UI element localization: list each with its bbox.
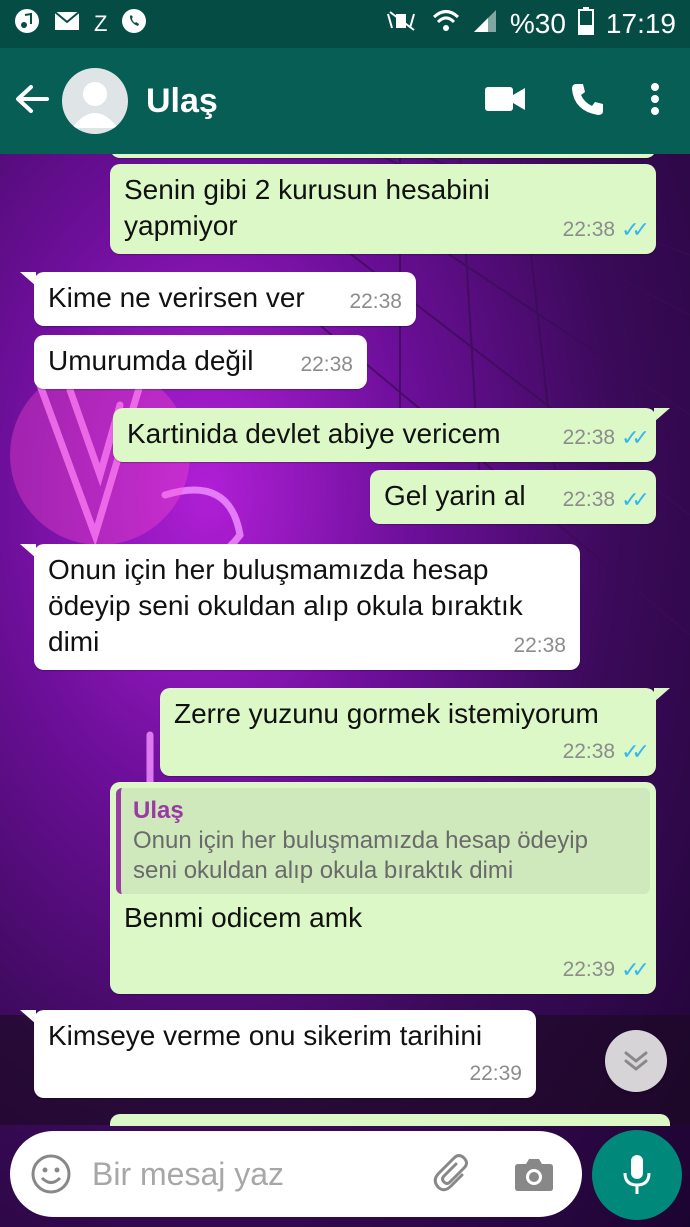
- message-bubble-incoming[interactable]: Kimseye verme onu sikerim tarihini 22:39: [34, 1010, 536, 1098]
- message-bubble-incoming[interactable]: Umurumda değil 22:38: [34, 335, 367, 389]
- message-time: 22:38: [300, 353, 353, 376]
- double-chevron-down-icon: [624, 1051, 648, 1071]
- message-time: 22:38: [562, 740, 616, 763]
- chat-header: Ulaş: [0, 48, 690, 154]
- scroll-to-bottom-button[interactable]: [605, 1030, 667, 1092]
- message-time: 22:38: [349, 290, 402, 313]
- voice-message-button[interactable]: [592, 1130, 682, 1220]
- bubble-tail: [654, 688, 670, 702]
- video-call-button[interactable]: [484, 85, 526, 118]
- message-bubble-outgoing[interactable]: Kartinida devlet abiye vericem 22:38 ✓✓: [113, 408, 656, 462]
- bubble-tail: [654, 408, 670, 422]
- paperclip-icon: [433, 1154, 468, 1192]
- message-meta: 22:39: [469, 1056, 522, 1092]
- read-ticks-icon: ✓✓: [621, 425, 650, 450]
- arrow-left-icon: [16, 84, 49, 113]
- message-text: Onun için her buluşmamızda hesap ödeyip …: [48, 554, 523, 657]
- read-ticks-icon: ✓✓: [621, 487, 650, 512]
- quoted-text: Onun için her buluşmamızda hesap ödeyip …: [133, 827, 588, 884]
- message-time: 22:38: [562, 218, 616, 241]
- message-bubble-incoming[interactable]: Kime ne verirsen ver 22:38: [34, 272, 416, 326]
- emoji-button[interactable]: [30, 1153, 72, 1195]
- music-icon: [14, 8, 40, 40]
- attach-button[interactable]: [432, 1153, 474, 1195]
- message-composer: [10, 1131, 582, 1217]
- z-icon: Z: [94, 11, 108, 36]
- message-time: 22:38: [562, 426, 616, 449]
- video-camera-icon: [485, 86, 525, 111]
- message-meta: 22:38 ✓✓: [562, 420, 650, 456]
- voice-call-button[interactable]: [570, 81, 606, 122]
- message-meta: 22:38: [300, 347, 353, 383]
- message-text: Zerre yuzunu gormek istemiyorum: [174, 698, 599, 729]
- read-ticks-icon: ✓✓: [621, 217, 650, 242]
- message-bubble-outgoing-reply[interactable]: Ulaş Onun için her buluşmamızda hesap öd…: [110, 782, 656, 994]
- contact-name[interactable]: Ulaş: [146, 82, 218, 121]
- message-meta: 22:38: [349, 284, 402, 320]
- message-text: Gel yarin al: [384, 480, 526, 511]
- message-text: Umurumda değil: [48, 345, 254, 376]
- message-list[interactable]: Senin gibi 2 kurusun hesabini yapmiyor 2…: [0, 154, 690, 1126]
- mute-icon: [384, 8, 420, 41]
- status-bar-system: %30 17:19: [384, 6, 676, 42]
- quoted-message[interactable]: Ulaş Onun için her buluşmamızda hesap öd…: [116, 788, 650, 894]
- message-bubble-incoming[interactable]: Onun için her buluşmamızda hesap ödeyip …: [34, 544, 580, 670]
- message-text: Benmi odicem amk: [124, 902, 363, 933]
- signal-icon: [472, 8, 498, 41]
- message-input[interactable]: [92, 1155, 412, 1193]
- message-bubble-partial: [110, 1114, 670, 1126]
- microphone-icon: [623, 1155, 651, 1194]
- avatar[interactable]: [62, 68, 128, 134]
- back-button[interactable]: [2, 79, 62, 124]
- message-meta: 22:38: [513, 628, 566, 664]
- message-meta: 22:38 ✓✓: [562, 212, 650, 248]
- status-bar-notifications: Z: [14, 8, 147, 40]
- read-ticks-icon: ✓✓: [621, 957, 650, 982]
- message-text: Kime ne verirsen ver: [48, 282, 305, 313]
- message-time: 22:38: [513, 634, 566, 657]
- message-time: 22:38: [562, 488, 616, 511]
- message-bubble-outgoing[interactable]: Senin gibi 2 kurusun hesabini yapmiyor 2…: [110, 164, 656, 254]
- header-actions: [484, 81, 660, 122]
- quoted-author: Ulaş: [133, 797, 184, 824]
- message-meta: 22:38 ✓✓: [562, 734, 650, 770]
- message-text: Senin gibi 2 kurusun hesabini yapmiyor: [124, 174, 490, 241]
- mail-icon: [54, 11, 80, 37]
- more-options-button[interactable]: [650, 82, 660, 121]
- message-bubble-outgoing[interactable]: Gel yarin al 22:38 ✓✓: [370, 470, 656, 524]
- message-meta: 22:39 ✓✓: [562, 952, 650, 988]
- camera-icon: [515, 1159, 553, 1191]
- message-text: Kimseye verme onu sikerim tarihini: [48, 1020, 483, 1051]
- message-meta: 22:38 ✓✓: [562, 482, 650, 518]
- whatsapp-icon: [121, 8, 147, 40]
- more-vertical-icon: [651, 82, 659, 115]
- clock: 17:19: [605, 8, 676, 39]
- read-ticks-icon: ✓✓: [621, 739, 650, 764]
- default-avatar-icon: [72, 82, 118, 128]
- wifi-icon: [432, 8, 460, 41]
- message-time: 22:39: [469, 1062, 522, 1085]
- status-bar: Z %30 17:19: [0, 0, 690, 48]
- battery-percent: %30: [509, 8, 566, 39]
- battery-icon: [577, 6, 594, 42]
- message-text: Kartinida devlet abiye vericem: [127, 418, 501, 449]
- message-bubble-outgoing[interactable]: Zerre yuzunu gormek istemiyorum 22:38 ✓✓: [160, 688, 656, 776]
- camera-button[interactable]: [514, 1156, 554, 1192]
- phone-icon: [572, 83, 603, 115]
- message-bubble-partial: [110, 154, 656, 158]
- emoji-icon: [31, 1154, 71, 1194]
- message-time: 22:39: [562, 958, 616, 981]
